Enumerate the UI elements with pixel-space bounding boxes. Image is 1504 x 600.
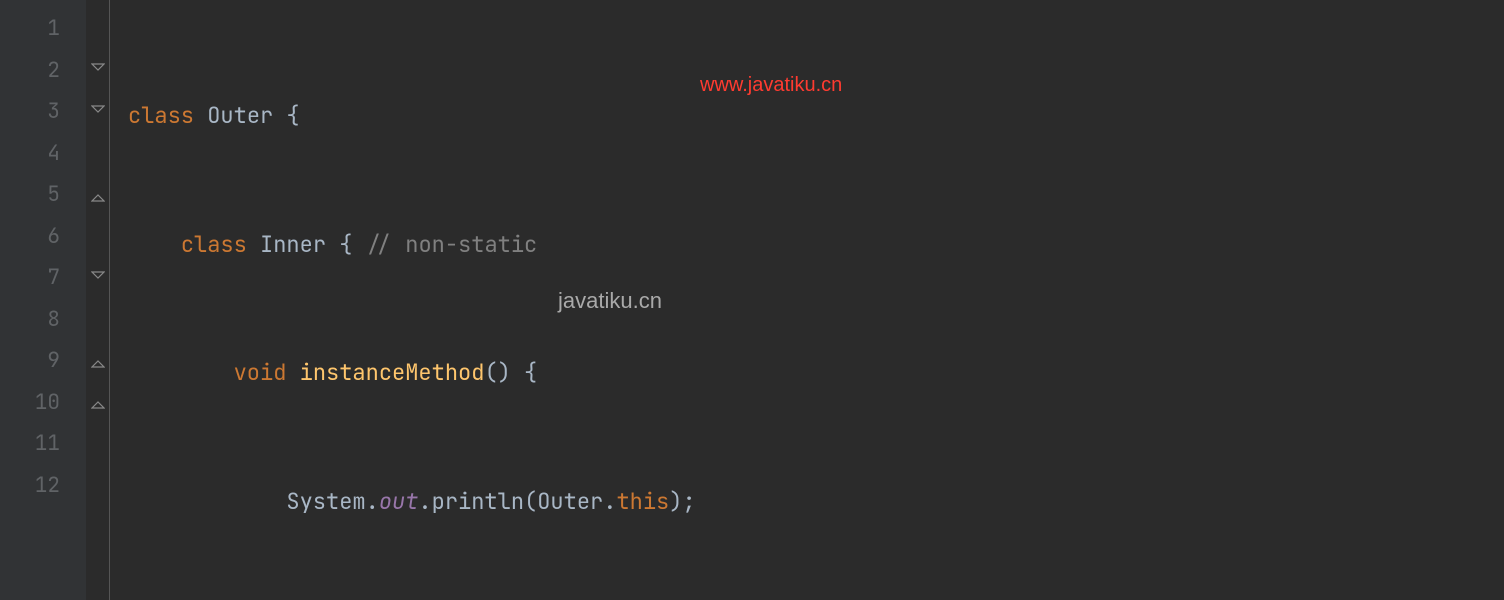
watermark-text: www.javatiku.cn (700, 74, 842, 97)
line-number: 7 (0, 257, 86, 299)
code-line[interactable]: void instanceMethod() { (128, 352, 1504, 394)
code-line[interactable]: class Outer { (128, 95, 1504, 137)
fold-toggle-icon[interactable] (86, 257, 109, 299)
fold-end-icon[interactable] (86, 174, 109, 216)
line-number: 4 (0, 133, 86, 175)
line-number: 2 (0, 50, 86, 92)
identifier: Inner (260, 230, 326, 259)
code-line[interactable]: class Inner { // non-static (128, 224, 1504, 266)
keyword: void (234, 358, 287, 387)
line-number: 9 (0, 340, 86, 382)
fold-end-icon[interactable] (86, 382, 109, 424)
fold-end-icon[interactable] (86, 340, 109, 382)
line-number: 11 (0, 423, 86, 465)
code-editor[interactable]: 1 2 3 4 5 6 7 8 9 10 11 12 (0, 0, 1504, 600)
line-number: 12 (0, 465, 86, 507)
keyword: class (128, 101, 194, 130)
line-number-gutter: 1 2 3 4 5 6 7 8 9 10 11 12 (0, 0, 86, 600)
identifier: Outer (207, 101, 273, 130)
line-number: 8 (0, 299, 86, 341)
comment: // non-static (366, 230, 538, 259)
line-number: 3 (0, 91, 86, 133)
fold-toggle-icon[interactable] (86, 50, 109, 92)
code-area[interactable]: class Outer { class Inner { // non-stati… (110, 0, 1504, 600)
line-number: 6 (0, 216, 86, 258)
watermark-text: javatiku.cn (558, 288, 662, 314)
fold-gutter (86, 0, 110, 600)
line-number: 5 (0, 174, 86, 216)
line-number: 1 (0, 8, 86, 50)
field: out (379, 487, 419, 516)
line-number: 10 (0, 382, 86, 424)
keyword: this (616, 487, 669, 516)
keyword: class (181, 230, 247, 259)
code-line[interactable]: System.out.println(Outer.this); (128, 481, 1504, 523)
method-name: instanceMethod (300, 358, 485, 387)
fold-toggle-icon[interactable] (86, 91, 109, 133)
